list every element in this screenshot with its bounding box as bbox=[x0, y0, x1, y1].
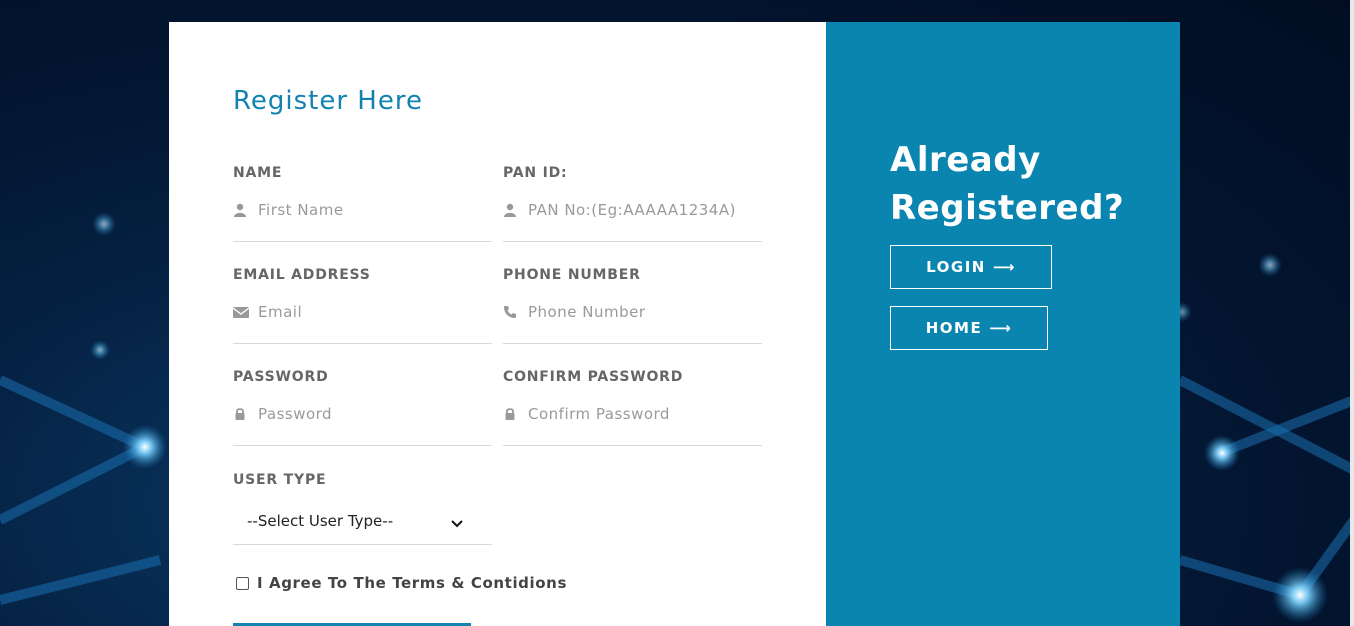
confirm-password-input[interactable]: Confirm Password bbox=[503, 405, 762, 446]
user-icon bbox=[503, 202, 519, 218]
user-type-select[interactable]: --Select User Type-- bbox=[233, 502, 492, 545]
confirm-password-placeholder: Confirm Password bbox=[528, 405, 670, 423]
home-label: HOME bbox=[925, 319, 983, 337]
login-panel: Already Registered? LOGIN ⟶ HOME ⟶ bbox=[826, 22, 1180, 626]
form-title: Register Here bbox=[233, 86, 423, 116]
phone-icon bbox=[503, 304, 519, 320]
email-input[interactable]: Email bbox=[232, 303, 492, 344]
phone-label: PHONE NUMBER bbox=[503, 267, 641, 283]
envelope-icon bbox=[232, 304, 250, 320]
phone-input[interactable]: Phone Number bbox=[503, 303, 762, 344]
confirm-password-label: CONFIRM PASSWORD bbox=[503, 369, 684, 385]
pan-label: PAN ID: bbox=[503, 165, 568, 181]
pan-placeholder: PAN No:(Eg:AAAAA1234A) bbox=[528, 201, 736, 219]
name-field: NAME First Name bbox=[233, 165, 492, 242]
user-type-field: USER TYPE --Select User Type-- bbox=[233, 472, 492, 545]
email-field: EMAIL ADDRESS Email bbox=[232, 267, 492, 344]
scrollbar[interactable] bbox=[1350, 0, 1354, 626]
password-field: PASSWORD Password bbox=[233, 369, 492, 446]
phone-placeholder: Phone Number bbox=[528, 303, 646, 321]
arrow-right-icon: ⟶ bbox=[989, 319, 1013, 337]
email-label: EMAIL ADDRESS bbox=[233, 267, 371, 283]
terms-label: I Agree To The Terms & Contidions bbox=[257, 574, 567, 592]
lock-icon bbox=[503, 406, 519, 422]
home-button[interactable]: HOME ⟶ bbox=[890, 306, 1048, 350]
confirm-password-field: CONFIRM PASSWORD Confirm Password bbox=[503, 369, 762, 446]
user-type-label: USER TYPE bbox=[233, 472, 327, 488]
terms-checkbox[interactable] bbox=[236, 576, 249, 590]
name-input[interactable]: First Name bbox=[233, 201, 492, 242]
register-form: Register Here NAME First Name PAN ID: PA… bbox=[169, 22, 826, 626]
name-label: NAME bbox=[233, 165, 283, 181]
password-label: PASSWORD bbox=[233, 369, 329, 385]
pan-input[interactable]: PAN No:(Eg:AAAAA1234A) bbox=[503, 201, 762, 242]
user-icon bbox=[233, 202, 249, 218]
lock-icon bbox=[233, 406, 249, 422]
name-placeholder: First Name bbox=[258, 201, 344, 219]
terms-row: I Agree To The Terms & Contidions bbox=[236, 574, 567, 592]
login-label: LOGIN bbox=[926, 258, 986, 276]
register-card: Register Here NAME First Name PAN ID: PA… bbox=[169, 22, 1180, 626]
login-button[interactable]: LOGIN ⟶ bbox=[890, 245, 1052, 289]
user-type-selected: --Select User Type-- bbox=[247, 512, 394, 530]
password-placeholder: Password bbox=[258, 405, 333, 423]
already-registered-heading: Already Registered? bbox=[890, 140, 1125, 228]
password-input[interactable]: Password bbox=[233, 405, 492, 446]
chevron-down-icon bbox=[451, 514, 463, 533]
pan-field: PAN ID: PAN No:(Eg:AAAAA1234A) bbox=[503, 165, 762, 242]
arrow-right-icon: ⟶ bbox=[992, 258, 1016, 276]
email-placeholder: Email bbox=[258, 303, 303, 321]
phone-field: PHONE NUMBER Phone Number bbox=[503, 267, 762, 344]
